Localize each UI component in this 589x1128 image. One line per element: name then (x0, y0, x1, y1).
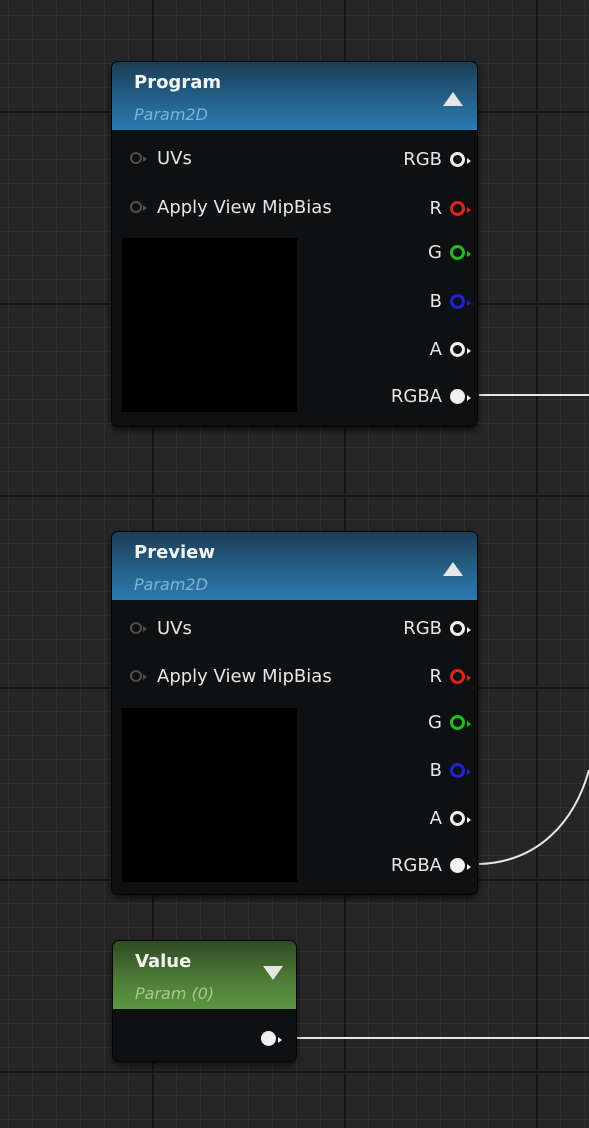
node-subtitle: Param2D (134, 575, 208, 594)
node-title: Value (135, 951, 192, 972)
output-pin-icon[interactable] (261, 1030, 282, 1046)
node-header[interactable]: Preview Param2D (112, 532, 477, 600)
pin-label: A (429, 338, 442, 360)
collapse-arrow-icon[interactable] (443, 562, 463, 576)
node-title: Preview (134, 542, 216, 563)
input-uvs[interactable]: UVs (130, 146, 192, 170)
output-pin-icon[interactable] (450, 668, 471, 684)
pin-label: G (428, 711, 442, 733)
output-rgba[interactable]: RGBA (390, 853, 471, 877)
pin-label: R (429, 665, 442, 687)
output-pin-icon[interactable] (450, 151, 471, 167)
input-apply-view-mipbias[interactable]: Apply View MipBias (130, 664, 332, 688)
pin-label: Apply View MipBias (157, 196, 332, 218)
pin-label: UVs (157, 147, 192, 169)
output-a[interactable]: A (429, 337, 471, 361)
output-r[interactable]: R (429, 664, 471, 688)
output-rgb[interactable]: RGB (403, 616, 471, 640)
output-a[interactable]: A (429, 806, 471, 830)
pin-label: A (429, 807, 442, 829)
output-r[interactable]: R (429, 196, 471, 220)
output-value[interactable] (261, 1026, 282, 1050)
output-rgba[interactable]: RGBA (390, 384, 471, 408)
node-title: Program (134, 72, 222, 93)
pin-label: RGBA (390, 385, 442, 407)
node-header[interactable]: Value Param (0) (113, 941, 296, 1009)
pin-label: RGB (403, 148, 442, 170)
output-rgb[interactable]: RGB (403, 147, 471, 171)
input-pin-icon[interactable] (130, 622, 147, 634)
node-preview[interactable]: Preview Param2D UVs Apply View MipBias R… (112, 532, 477, 894)
node-subtitle: Param (0) (135, 984, 215, 1003)
output-pin-icon[interactable] (450, 388, 471, 404)
output-pin-icon[interactable] (450, 714, 471, 730)
pin-label: Apply View MipBias (157, 665, 332, 687)
node-header[interactable]: Program Param2D (112, 62, 477, 130)
input-pin-icon[interactable] (130, 670, 147, 682)
output-pin-icon[interactable] (450, 200, 471, 216)
pin-label: UVs (157, 617, 192, 639)
output-g[interactable]: G (428, 240, 471, 264)
output-b[interactable]: B (429, 289, 471, 313)
input-pin-icon[interactable] (130, 201, 147, 213)
node-value[interactable]: Value Param (0) (113, 941, 296, 1061)
pin-label: B (429, 290, 442, 312)
texture-preview (122, 708, 297, 882)
wire-preview-rgba[interactable] (478, 769, 589, 865)
output-b[interactable]: B (429, 758, 471, 782)
output-pin-icon[interactable] (450, 620, 471, 636)
pin-label: RGBA (390, 854, 442, 876)
input-pin-icon[interactable] (130, 152, 147, 164)
output-pin-icon[interactable] (450, 293, 471, 309)
pin-label: G (428, 241, 442, 263)
output-g[interactable]: G (428, 710, 471, 734)
node-program[interactable]: Program Param2D UVs Apply View MipBias R… (112, 62, 477, 426)
collapse-arrow-icon[interactable] (263, 966, 283, 980)
pin-label: B (429, 759, 442, 781)
input-uvs[interactable]: UVs (130, 616, 192, 640)
output-pin-icon[interactable] (450, 762, 471, 778)
collapse-arrow-icon[interactable] (443, 92, 463, 106)
node-subtitle: Param2D (134, 105, 208, 124)
output-pin-icon[interactable] (450, 341, 471, 357)
output-pin-icon[interactable] (450, 810, 471, 826)
pin-label: R (429, 197, 442, 219)
input-apply-view-mipbias[interactable]: Apply View MipBias (130, 195, 332, 219)
output-pin-icon[interactable] (450, 857, 471, 873)
output-pin-icon[interactable] (450, 244, 471, 260)
texture-preview (122, 238, 297, 412)
pin-label: RGB (403, 617, 442, 639)
